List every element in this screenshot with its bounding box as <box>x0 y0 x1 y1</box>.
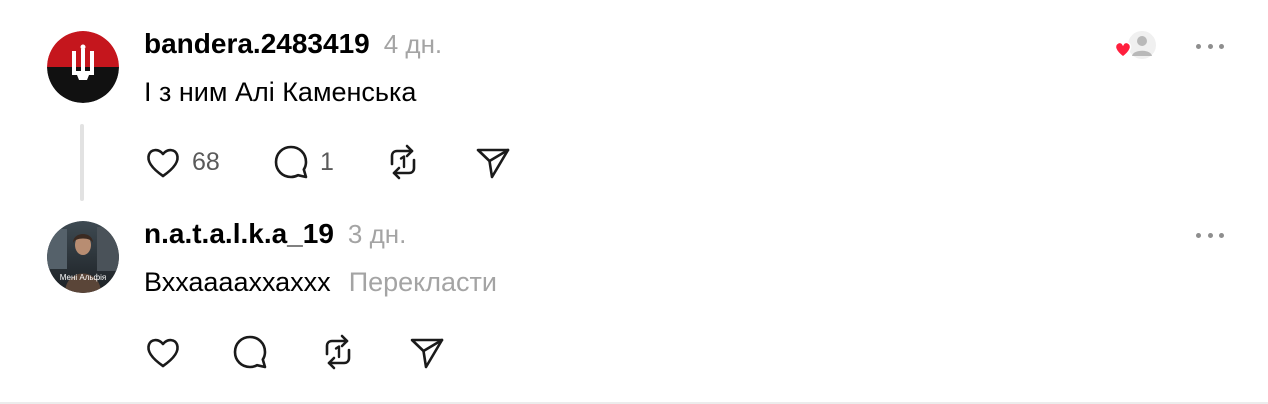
action-bar: 68 1 <box>144 143 534 181</box>
comment-body: Вххааааххаххх <box>144 267 331 297</box>
reply-count: 1 <box>320 147 334 176</box>
heart-icon <box>147 338 179 368</box>
like-button[interactable] <box>144 333 231 371</box>
username[interactable]: n.a.t.a.l.k.a_19 <box>144 218 334 250</box>
more-icon-dot <box>1219 43 1224 49</box>
like-count: 68 <box>192 147 220 176</box>
share-icon <box>410 338 444 369</box>
comment-text: Вххааааххаххх Перекласти <box>144 267 497 298</box>
comment-header: bandera.2483419 4 дн. <box>144 28 442 60</box>
reply-button[interactable] <box>231 333 319 371</box>
reply-icon <box>233 335 267 369</box>
reply-icon <box>274 145 308 179</box>
more-icon-dot <box>1207 43 1213 49</box>
comment-header: n.a.t.a.l.k.a_19 3 дн. <box>144 218 406 250</box>
avatar-bandera[interactable] <box>47 31 119 103</box>
reply-button[interactable]: 1 <box>272 143 384 181</box>
thread-line <box>80 124 84 201</box>
more-icon-dot <box>1196 232 1201 238</box>
heart-icon <box>147 148 179 178</box>
avatar-natalka[interactable]: Мені Альфія <box>47 221 119 293</box>
share-icon <box>476 148 510 179</box>
heart-filled-icon <box>1114 41 1132 58</box>
more-options-button[interactable] <box>1196 42 1224 50</box>
repost-icon <box>325 334 351 370</box>
author-liked-badge <box>1112 29 1162 63</box>
more-icon-dot <box>1207 232 1213 238</box>
action-bar <box>144 333 468 371</box>
repost-button[interactable] <box>384 143 474 181</box>
share-button[interactable] <box>474 143 534 181</box>
avatar-image: Мені Альфія <box>47 221 119 293</box>
more-icon-dot <box>1219 232 1224 238</box>
like-button[interactable]: 68 <box>144 143 272 181</box>
repost-icon <box>390 144 416 180</box>
timestamp: 3 дн. <box>347 219 407 249</box>
comment-thread: bandera.2483419 4 дн. І з ним Алі Каменс… <box>0 0 1268 404</box>
username[interactable]: bandera.2483419 <box>144 28 370 60</box>
more-icon-dot <box>1196 43 1201 49</box>
repost-button[interactable] <box>319 333 408 371</box>
translate-link[interactable]: Перекласти <box>349 267 497 298</box>
more-options-button[interactable] <box>1196 231 1224 239</box>
svg-text:Мені Альфія: Мені Альфія <box>60 273 106 282</box>
comment-text: І з ним Алі Каменська <box>144 77 416 108</box>
timestamp: 4 дн. <box>383 29 443 59</box>
avatar-image <box>47 31 119 103</box>
comment-body: І з ним Алі Каменська <box>144 77 417 107</box>
share-button[interactable] <box>408 333 468 371</box>
